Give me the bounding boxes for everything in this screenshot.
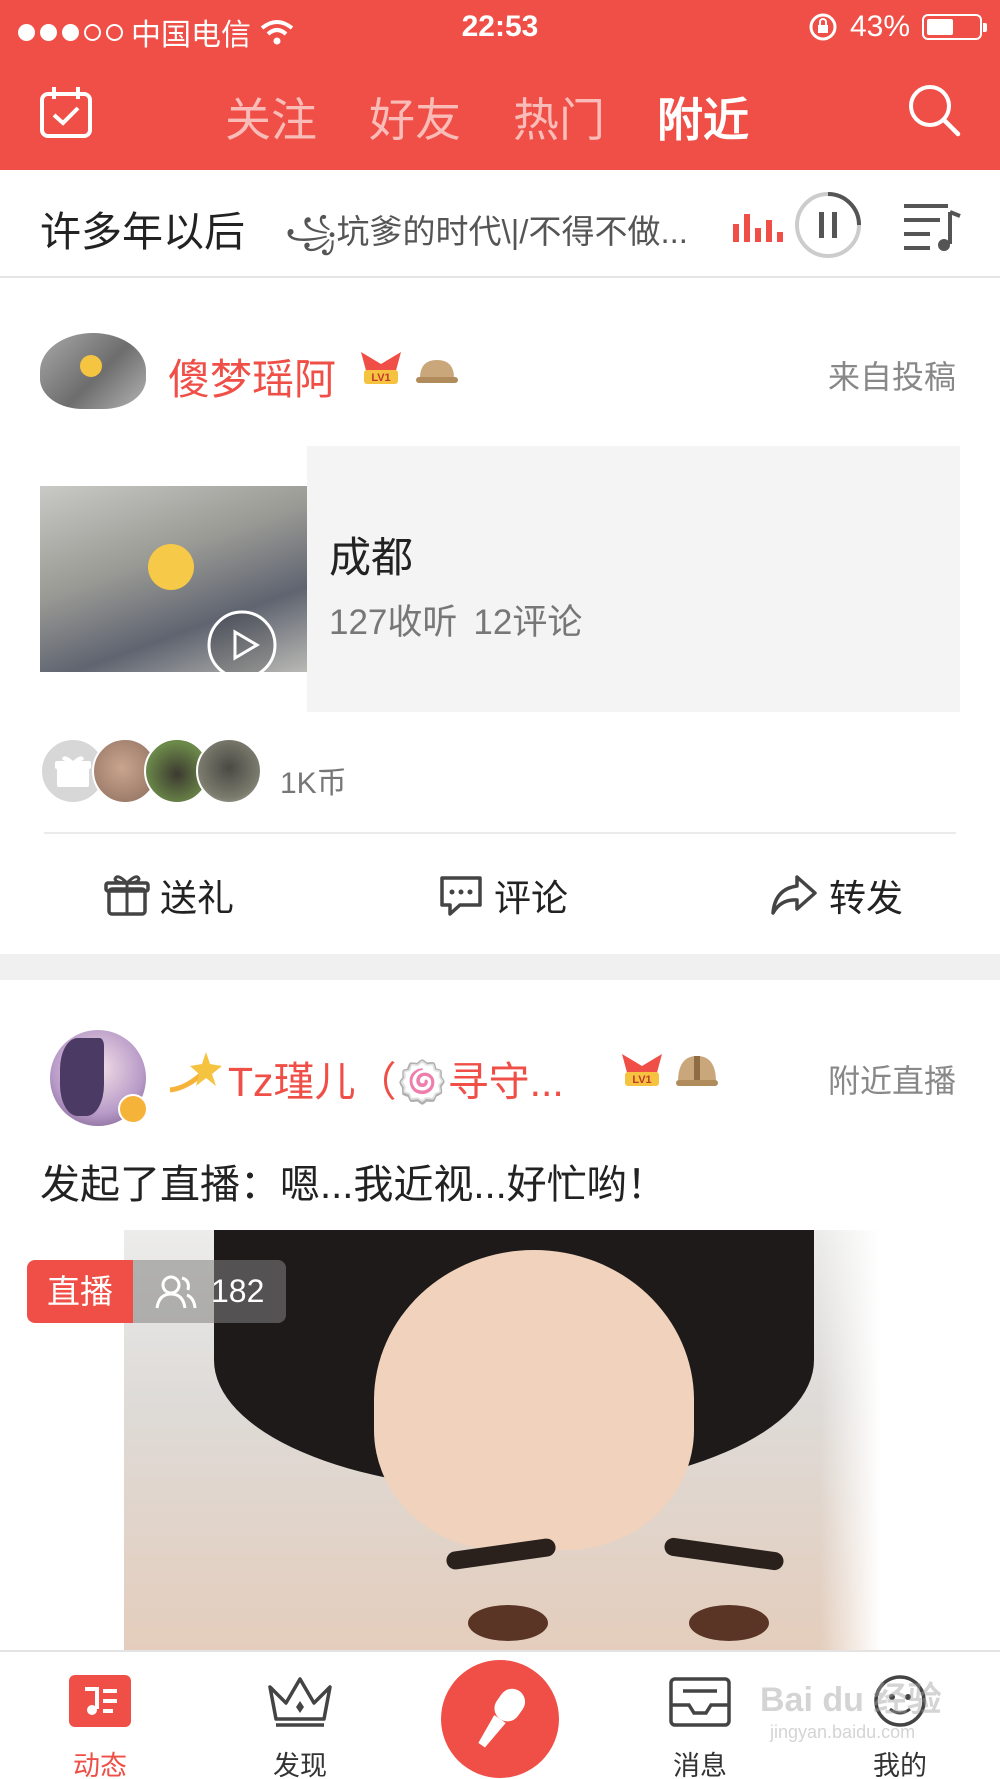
tabbar-label: 发现 [273,1751,327,1779]
comment-label: 评论 [494,878,568,919]
music-note-icon [69,1675,131,1727]
watermark-url: jingyan.baidu.com [770,1722,916,1742]
hat-badge-icon [416,360,458,383]
tabbar-label: 动态 [73,1751,127,1779]
feed-post: Tz瑾儿（🍥寻守... LV1 附近直播 发起了直播：嗯...我近视...好忙哟… [0,980,1000,1650]
tabbar-label: 我的 [873,1751,927,1779]
gift-givers[interactable] [40,738,262,808]
battery-icon [922,14,987,40]
battery-percent: 43% [849,10,910,43]
tab-follow[interactable]: 关注 [225,84,317,150]
header-nav: 关注 好友 热门 附近 [0,66,1000,162]
rotation-lock-icon [809,13,837,41]
live-badge: 直播 182 [27,1260,287,1323]
level-badge-icon: LV1 [622,1054,662,1086]
tabbar-label: 消息 [673,1751,727,1779]
svg-text:LV1: LV1 [632,1074,651,1086]
gift-button[interactable]: 送礼 [104,868,234,922]
post-actions: 送礼 评论 转发 [0,868,1000,928]
song-lyric: ꧁坑爹的时代\|/不得不做... [285,213,688,250]
post-username[interactable]: 傻梦瑶阿 [168,346,336,407]
tabbar-item-discover[interactable]: 发现 [240,1670,360,1779]
post-text: 发起了直播：嗯...我近视...好忙哟！ [40,1163,667,1207]
coin-count: 1K币 [280,767,347,800]
verified-badge-icon [118,1094,148,1124]
gift-icon [104,875,150,916]
microphone-icon [478,1688,526,1748]
helmet-badge-icon [676,1056,718,1086]
live-label: 直播 [27,1260,133,1323]
tabbar-item-messages[interactable]: 消息 [640,1670,760,1779]
music-player-bar[interactable]: 许多年以后 ꧁坑爹的时代\|/不得不做... [0,170,1000,278]
bottom-tab-bar: 动态 发现 消息 我的 Bai du 经验 jingyan.baidu.com [0,1650,1000,1779]
song-title: 许多年以后 [40,209,245,255]
song-card[interactable]: 成都 127收听 12评论 [40,446,960,712]
share-button[interactable]: 转发 [769,868,903,922]
divider [44,832,956,834]
tab-nearby[interactable]: 附近 [657,84,749,150]
avatar [196,738,262,804]
comment-icon [440,876,482,916]
status-bar: 中国电信 22:53 43% [0,0,1000,54]
listen-count: 127收听 [329,603,458,642]
pause-button[interactable] [793,190,863,260]
search-icon[interactable] [906,82,962,138]
post-username[interactable]: Tz瑾儿（🍥寻守... [228,1048,564,1108]
avatar[interactable] [40,333,146,409]
comment-button[interactable]: 评论 [438,868,568,922]
playlist-icon[interactable] [900,198,964,254]
calendar-check-icon[interactable] [38,84,94,140]
equalizer-icon [733,212,783,242]
viewers-icon [155,1275,197,1308]
song-card-title: 成都 [329,534,414,581]
play-icon[interactable] [205,608,279,672]
song-thumbnail[interactable] [40,486,307,672]
post-source: 来自投稿 [827,359,956,395]
avatar[interactable] [50,1030,148,1126]
top-bar: 中国电信 22:53 43% 关注 好友 热门 附近 [0,0,1000,170]
tab-hot[interactable]: 热门 [513,84,605,150]
crown-icon [268,1677,332,1727]
tab-friends[interactable]: 好友 [369,84,461,150]
svg-text:LV1: LV1 [371,372,390,384]
feed-post: 傻梦瑶阿 LV1 来自投稿 成都 127收听 12评论 1K币 送礼 评论 转发 [0,278,1000,954]
inbox-icon [669,1677,731,1727]
watermark: Bai du 经验 [760,1681,942,1719]
emoji-sticker [148,544,194,590]
level-badge-icon: LV1 [361,352,401,384]
viewer-count: 182 [211,1273,265,1309]
shooting-star-icon [169,1052,222,1093]
feed-tabs: 关注 好友 热门 附近 [225,84,749,150]
tabbar-item-feed[interactable]: 动态 [40,1670,160,1779]
comment-count: 12评论 [473,603,583,642]
share-icon [771,875,817,915]
sing-button[interactable] [441,1660,559,1778]
share-label: 转发 [829,878,903,919]
section-separator [0,954,1000,980]
post-source: 附近直播 [827,1063,956,1099]
gift-label: 送礼 [160,878,234,919]
